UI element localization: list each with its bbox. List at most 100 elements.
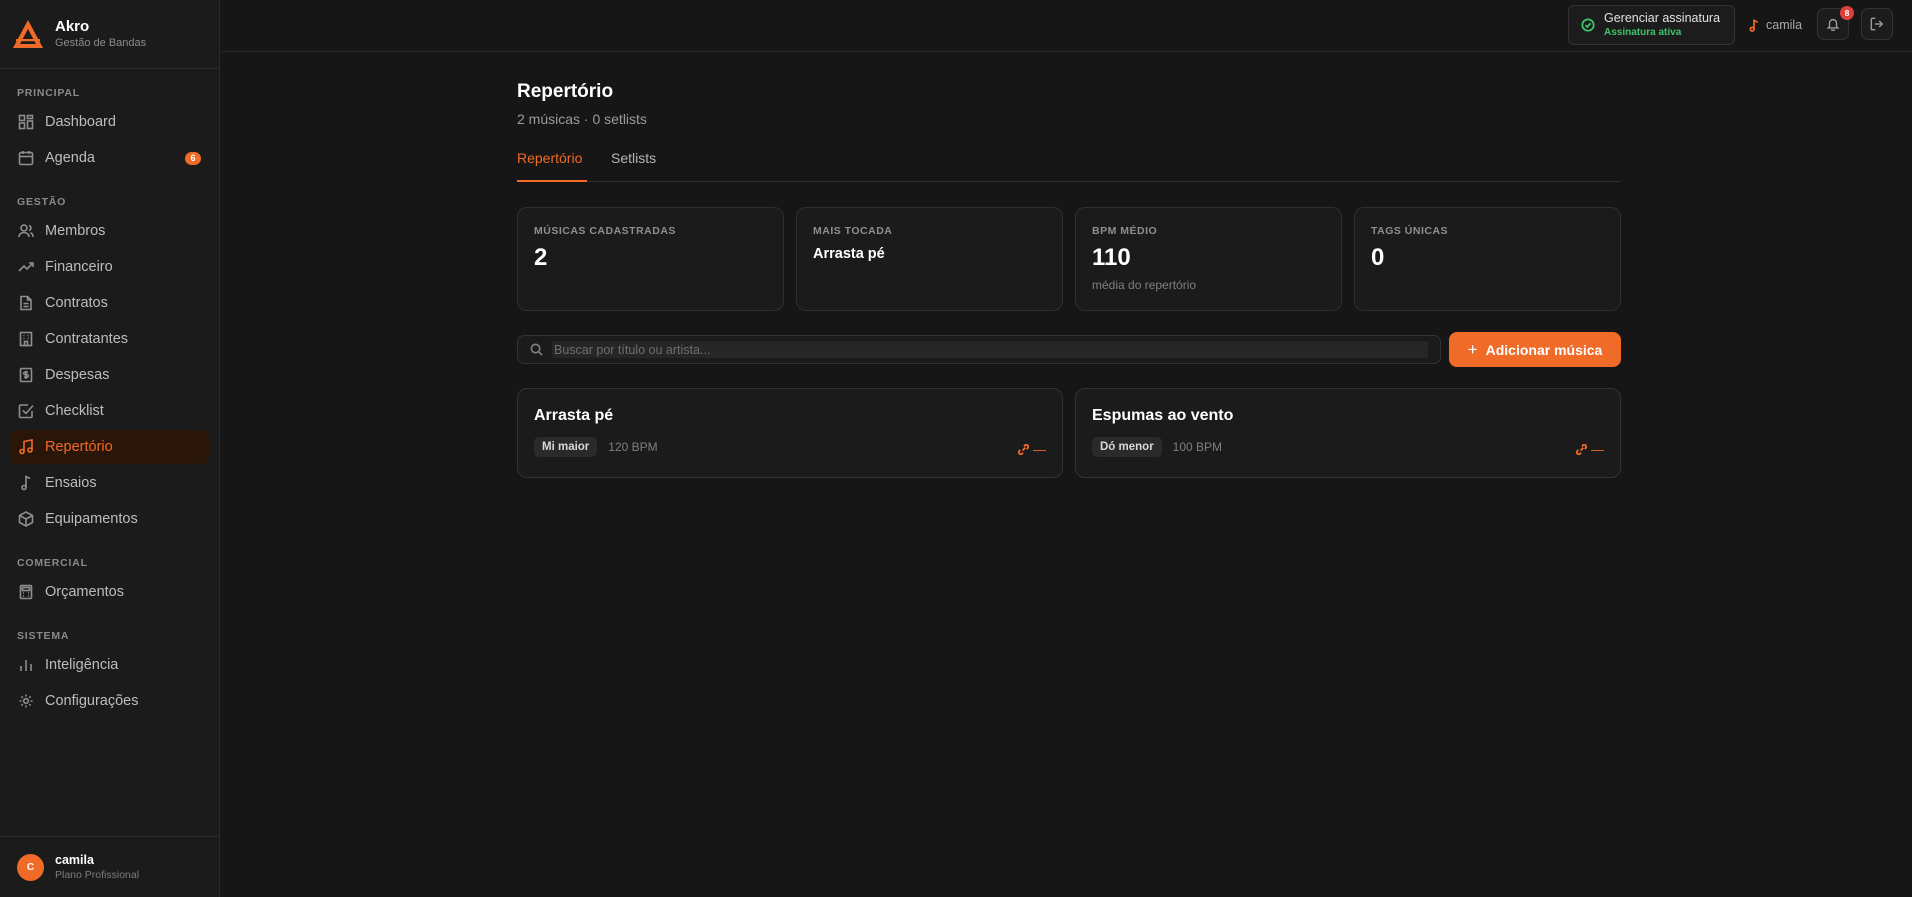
music-note-icon bbox=[1749, 18, 1759, 32]
stat-label: MÚSICAS CADASTRADAS bbox=[534, 225, 676, 237]
sidebar: Akro Gestão de Bandas PRINCIPAL Dashboar… bbox=[0, 0, 220, 897]
topbar-username: camila bbox=[1766, 18, 1803, 32]
sidebar-item-financeiro[interactable]: Financeiro bbox=[10, 250, 209, 284]
note-icon bbox=[21, 475, 31, 491]
sidebar-item-ensaios[interactable]: Ensaios bbox=[10, 466, 209, 500]
search-row: + Adicionar música bbox=[517, 332, 1621, 367]
sidebar-item-label: Dashboard bbox=[45, 114, 116, 130]
tab-repertorio[interactable]: Repertório bbox=[517, 148, 587, 182]
stats-row: MÚSICAS CADASTRADAS 2 MAIS TOCADA Arrast… bbox=[517, 207, 1621, 311]
song-key-badge: Mi maior bbox=[534, 437, 598, 457]
package-icon bbox=[18, 511, 34, 527]
link-icon bbox=[1576, 444, 1587, 455]
logout-button[interactable] bbox=[1861, 8, 1893, 40]
sidebar-item-label: Ensaios bbox=[45, 475, 97, 491]
sidebar-item-orcamentos[interactable]: Orçamentos bbox=[10, 575, 209, 609]
song-key-badge: Dó menor bbox=[1092, 437, 1162, 457]
stat-value: Arrasta pé bbox=[813, 246, 885, 262]
add-song-button[interactable]: + Adicionar música bbox=[1449, 332, 1621, 367]
sidebar-item-membros[interactable]: Membros bbox=[10, 214, 209, 248]
sidebar-item-repertorio[interactable]: Repertório bbox=[10, 430, 209, 464]
song-meta: Dó menor 100 BPM bbox=[1092, 437, 1604, 457]
link-icon bbox=[1018, 444, 1029, 455]
sidebar-item-label: Orçamentos bbox=[45, 584, 124, 600]
receipt-icon bbox=[19, 367, 33, 383]
plus-icon: + bbox=[1467, 339, 1478, 359]
subscription-status: Assinatura ativa bbox=[1604, 27, 1682, 38]
tabs: Repertório Setlists bbox=[517, 148, 1621, 182]
sidebar-item-label: Checklist bbox=[45, 403, 104, 419]
song-card[interactable]: Espumas ao vento Dó menor 100 BPM — bbox=[1075, 388, 1621, 478]
sidebar-item-checklist[interactable]: Checklist bbox=[10, 394, 209, 428]
sidebar-item-agenda[interactable]: Agenda 6 bbox=[10, 141, 209, 175]
users-icon bbox=[18, 224, 34, 238]
song-meta: Mi maior 120 BPM bbox=[534, 437, 1046, 457]
trending-up-icon bbox=[18, 262, 34, 272]
section-label-gestao: GESTÃO bbox=[17, 196, 67, 208]
sidebar-item-contratos[interactable]: Contratos bbox=[10, 286, 209, 320]
sidebar-item-inteligencia[interactable]: Inteligência bbox=[10, 648, 209, 682]
stat-card-songs: MÚSICAS CADASTRADAS 2 bbox=[517, 207, 784, 311]
song-link[interactable]: — bbox=[1018, 442, 1046, 457]
akro-logo-icon bbox=[13, 20, 43, 48]
sidebar-item-label: Repertório bbox=[45, 439, 113, 455]
sidebar-item-contratantes[interactable]: Contratantes bbox=[10, 322, 209, 356]
section-label-comercial: COMERCIAL bbox=[17, 557, 88, 569]
page-subtitle: 2 músicas · 0 setlists bbox=[517, 111, 647, 127]
stat-value: 2 bbox=[534, 244, 548, 271]
topbar-user[interactable]: camila bbox=[1748, 16, 1802, 34]
sidebar-item-label: Inteligência bbox=[45, 657, 119, 673]
brand[interactable]: Akro Gestão de Bandas bbox=[0, 0, 219, 69]
sidebar-item-label: Despesas bbox=[45, 367, 110, 383]
avatar: C bbox=[17, 853, 44, 881]
sidebar-item-label: Membros bbox=[45, 223, 106, 239]
sidebar-item-label: Configurações bbox=[45, 693, 139, 709]
manage-subscription-button[interactable]: Gerenciar assinatura Assinatura ativa bbox=[1568, 5, 1735, 45]
user-plan: Plano Profissional bbox=[55, 869, 140, 881]
song-bpm: 120 BPM bbox=[608, 440, 658, 454]
checkbox-icon bbox=[18, 404, 34, 419]
gear-icon bbox=[19, 694, 33, 708]
stat-note: média do repertório bbox=[1092, 278, 1197, 292]
section-label-principal: PRINCIPAL bbox=[17, 87, 81, 99]
stat-value: 0 bbox=[1371, 244, 1385, 271]
section-label-sistema: SISTEMA bbox=[17, 630, 70, 642]
sidebar-user[interactable]: C camila Plano Profissional bbox=[0, 836, 220, 897]
sidebar-item-label: Agenda bbox=[45, 150, 95, 166]
stat-card-bpm: BPM MÉDIO 110 média do repertório bbox=[1075, 207, 1342, 311]
search-input[interactable] bbox=[552, 341, 1428, 358]
sidebar-item-equipamentos[interactable]: Equipamentos bbox=[10, 502, 209, 536]
song-card[interactable]: Arrasta pé Mi maior 120 BPM — bbox=[517, 388, 1063, 478]
search-box bbox=[517, 335, 1441, 364]
search-icon bbox=[530, 343, 543, 356]
stat-card-tags: TAGS ÚNICAS 0 bbox=[1354, 207, 1621, 311]
grid-icon bbox=[18, 114, 34, 130]
song-link[interactable]: — bbox=[1576, 442, 1604, 457]
sidebar-item-dashboard[interactable]: Dashboard bbox=[10, 105, 209, 139]
sidebar-item-configuracoes[interactable]: Configurações bbox=[10, 684, 209, 718]
brand-subtitle: Gestão de Bandas bbox=[55, 37, 147, 49]
agenda-count-badge: 6 bbox=[185, 152, 201, 165]
stat-card-most-played: MAIS TOCADA Arrasta pé bbox=[796, 207, 1063, 311]
page-title: Repertório bbox=[517, 81, 614, 102]
song-link-value: — bbox=[1591, 442, 1604, 457]
stat-value: 110 bbox=[1092, 244, 1131, 271]
stat-label: TAGS ÚNICAS bbox=[1371, 225, 1449, 237]
building-icon bbox=[19, 331, 33, 347]
song-title: Espumas ao vento bbox=[1092, 407, 1234, 424]
sidebar-item-label: Equipamentos bbox=[45, 511, 138, 527]
tab-setlists[interactable]: Setlists bbox=[611, 148, 656, 182]
stat-label: MAIS TOCADA bbox=[813, 225, 893, 237]
calendar-icon bbox=[18, 151, 34, 166]
song-title: Arrasta pé bbox=[534, 407, 614, 424]
file-icon bbox=[20, 295, 32, 311]
calculator-icon bbox=[19, 584, 33, 600]
add-song-label: Adicionar música bbox=[1485, 341, 1603, 358]
notifications-button[interactable]: 8 bbox=[1817, 6, 1854, 40]
music-icon bbox=[19, 439, 33, 455]
subscription-title: Gerenciar assinatura bbox=[1604, 11, 1721, 25]
sidebar-item-despesas[interactable]: Despesas bbox=[10, 358, 209, 392]
stat-label: BPM MÉDIO bbox=[1092, 225, 1158, 237]
user-name: camila bbox=[55, 853, 94, 867]
song-bpm: 100 BPM bbox=[1172, 440, 1223, 454]
